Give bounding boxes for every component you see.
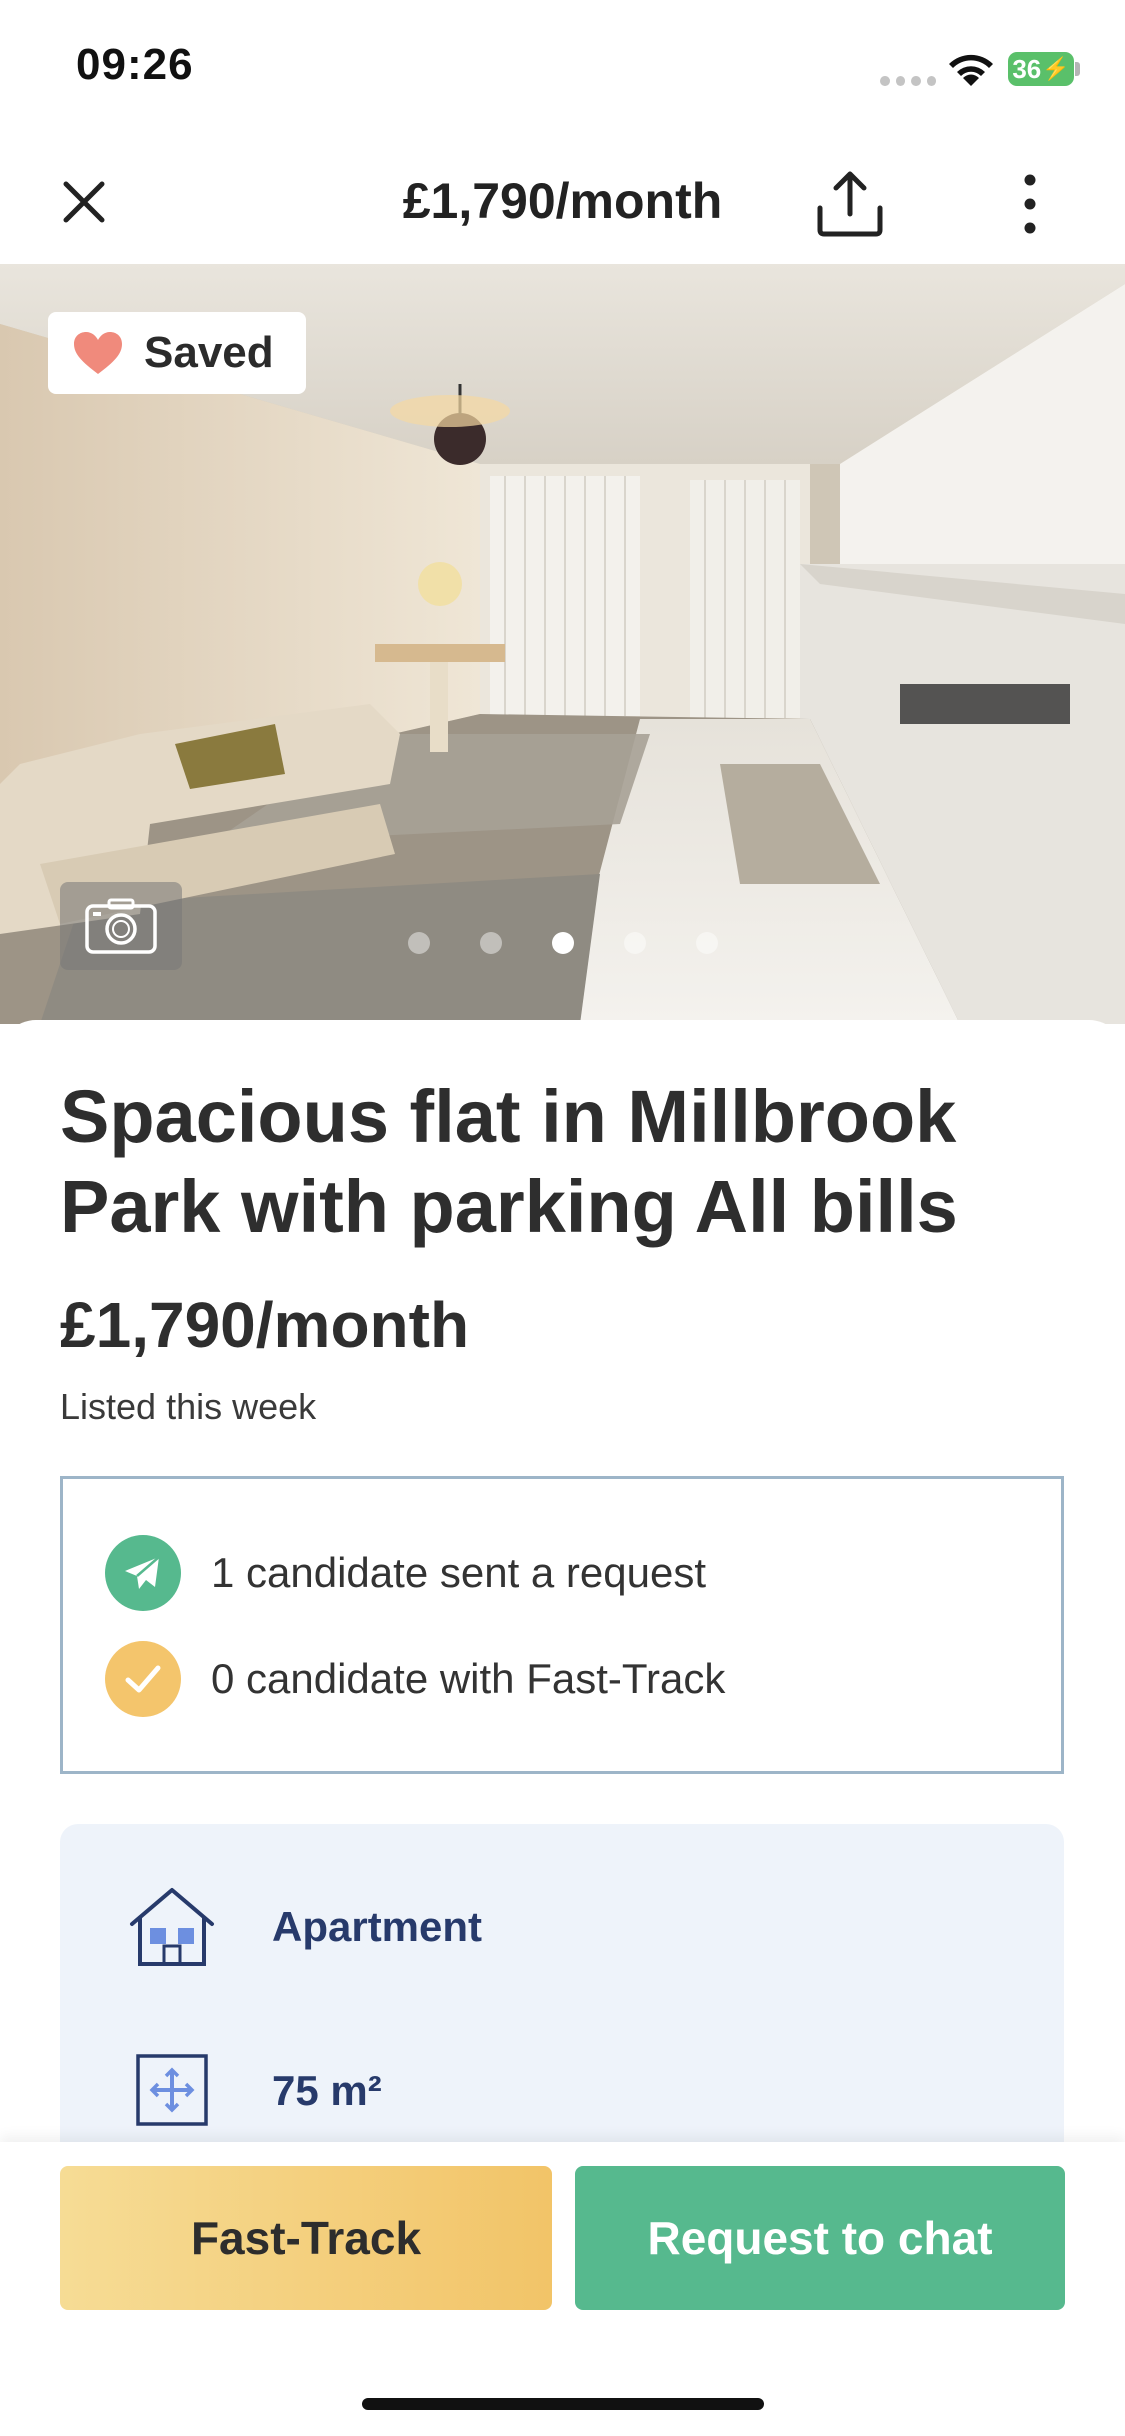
battery-icon: 36 ⚡ bbox=[1008, 52, 1074, 86]
feature-size: 75 m² bbox=[126, 2048, 382, 2134]
listing-price: £1,790/month bbox=[60, 1289, 470, 1361]
wifi-icon bbox=[949, 54, 993, 86]
battery-cap bbox=[1075, 62, 1080, 76]
bottom-action-bar: Fast-Track Request to chat bbox=[0, 2142, 1125, 2436]
requests-stat: 1 candidate sent a request bbox=[105, 1535, 706, 1611]
home-indicator[interactable] bbox=[362, 2398, 764, 2410]
carousel-dots bbox=[0, 932, 1125, 954]
nav-title-price: £1,790/month bbox=[402, 173, 723, 229]
request-to-chat-button[interactable]: Request to chat bbox=[575, 2166, 1065, 2310]
listing-photo-carousel[interactable]: Saved bbox=[0, 264, 1125, 1024]
paper-plane-icon bbox=[105, 1535, 181, 1611]
more-options-button[interactable] bbox=[1000, 166, 1060, 242]
carousel-dot[interactable] bbox=[623, 932, 646, 954]
fast-track-button[interactable]: Fast-Track bbox=[60, 2166, 552, 2310]
feature-property-type: Apartment bbox=[126, 1884, 482, 1970]
cellular-signal-icon bbox=[880, 76, 936, 86]
candidate-stats-box: 1 candidate sent a request 0 candidate w… bbox=[60, 1476, 1064, 1774]
carousel-dot[interactable] bbox=[695, 932, 718, 954]
fast-track-stat-label: 0 candidate with Fast-Track bbox=[211, 1655, 726, 1702]
saved-label: Saved bbox=[144, 328, 274, 377]
requests-stat-label: 1 candidate sent a request bbox=[211, 1549, 707, 1596]
battery-level: 36 bbox=[1012, 53, 1042, 84]
listing-title: Spacious flat in Millbrook Park with par… bbox=[60, 1075, 958, 1248]
property-size-label: 75 m² bbox=[272, 2067, 382, 2114]
top-nav: £1,790/month bbox=[0, 140, 1125, 264]
share-icon bbox=[817, 171, 883, 237]
listed-date: Listed this week bbox=[60, 1386, 317, 1427]
carousel-dot[interactable] bbox=[407, 932, 430, 954]
status-time: 09:26 bbox=[76, 40, 194, 89]
house-icon bbox=[130, 1888, 214, 1966]
fast-track-stat: 0 candidate with Fast-Track bbox=[105, 1641, 725, 1717]
area-size-icon bbox=[136, 2054, 208, 2126]
carousel-dot[interactable] bbox=[479, 932, 502, 954]
photo-gallery-button[interactable] bbox=[60, 882, 182, 970]
share-button[interactable] bbox=[812, 166, 888, 242]
more-vertical-icon bbox=[1024, 174, 1036, 234]
property-type-label: Apartment bbox=[272, 1903, 483, 1950]
listing-details-sheet: Spacious flat in Millbrook Park with par… bbox=[0, 1020, 1125, 2244]
saved-toggle[interactable]: Saved bbox=[48, 312, 306, 394]
status-bar: 09:26 36 ⚡ bbox=[0, 0, 1125, 140]
checkmark-icon bbox=[105, 1641, 181, 1717]
carousel-dot-active[interactable] bbox=[551, 932, 574, 954]
heart-icon bbox=[74, 332, 122, 374]
